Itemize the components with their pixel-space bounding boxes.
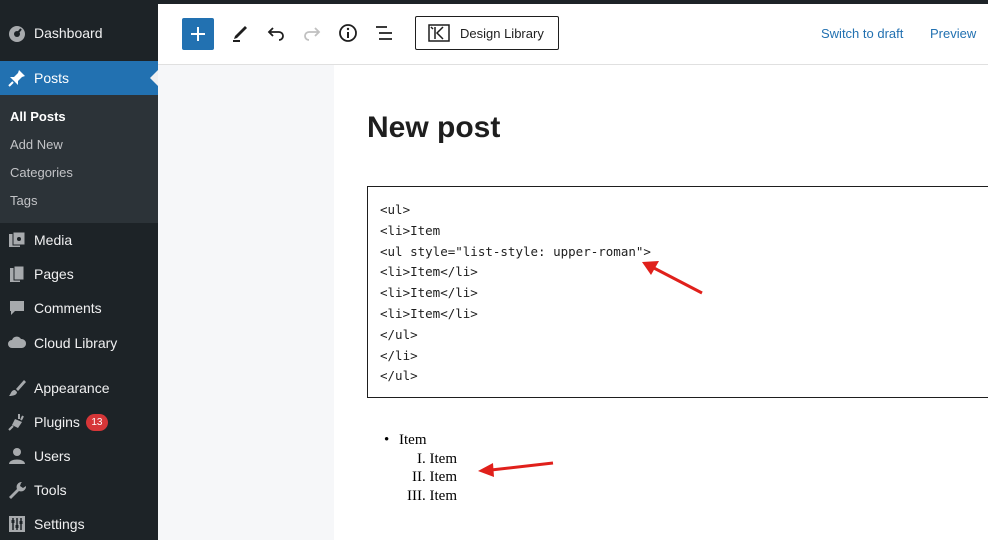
code-line: <li>Item</li> [380, 305, 478, 321]
add-block-button[interactable] [182, 18, 214, 50]
list-item-text: Item [399, 432, 427, 448]
settings-sliders-icon [7, 514, 27, 534]
roman-marker: II. [412, 469, 426, 485]
details-button[interactable] [332, 16, 364, 50]
menu-pages[interactable]: Pages [0, 257, 158, 291]
list-item-text: Item [429, 488, 458, 504]
menu-settings[interactable]: Settings [0, 507, 158, 541]
tools-button[interactable] [224, 16, 256, 50]
plus-icon [191, 27, 205, 41]
menu-tools[interactable]: Tools [0, 473, 158, 507]
list-item-text: Item [429, 451, 458, 467]
menu-pages-label: Pages [34, 266, 74, 282]
roman-marker: I. [417, 451, 426, 467]
code-line: <ul> [380, 202, 411, 217]
admin-sidebar: Dashboard Posts All Posts Add New Catego… [0, 0, 158, 540]
menu-appearance-label: Appearance [34, 380, 110, 396]
comment-icon [7, 298, 27, 318]
code-line: <ul style="list-style: upper-roman"> [380, 243, 651, 259]
plugin-icon [7, 412, 27, 432]
design-library-logo-icon [428, 24, 450, 42]
code-line: </ul> [380, 326, 418, 342]
pencil-icon [233, 26, 247, 42]
menu-users-label: Users [34, 448, 71, 464]
submenu-add-new[interactable]: Add New [10, 137, 63, 152]
menu-users[interactable]: Users [0, 439, 158, 473]
bullet-marker: • [384, 432, 390, 448]
menu-posts-label: Posts [34, 70, 70, 86]
code-line: <li>Item</li> [380, 264, 478, 280]
info-icon [339, 24, 357, 42]
preview-button[interactable]: Preview [930, 26, 976, 41]
menu-comments-label: Comments [34, 300, 102, 316]
list-item: III. Item [407, 488, 457, 505]
menu-appearance[interactable]: Appearance [0, 371, 158, 405]
paintbrush-icon [7, 378, 27, 398]
menu-settings-label: Settings [34, 516, 85, 532]
list-view-button[interactable] [368, 16, 400, 50]
menu-posts[interactable]: Posts [0, 61, 158, 95]
custom-html-block[interactable]: <ul> <li>Item <ul style="list-style: upp… [367, 186, 988, 398]
redo-button[interactable] [296, 16, 328, 50]
code-line: </li> [380, 347, 418, 363]
code-line: </ul> [380, 368, 418, 384]
code-line: <li>Item [380, 222, 441, 238]
dashboard-icon [7, 23, 27, 43]
pages-icon [7, 264, 27, 284]
cloud-icon [7, 333, 27, 353]
list-item: I. Item [417, 451, 457, 468]
menu-tools-label: Tools [34, 482, 67, 498]
media-icon [7, 230, 27, 250]
list-item-text: Item [429, 469, 458, 485]
pushpin-icon [7, 68, 27, 88]
menu-plugins[interactable]: Plugins 13 [0, 405, 158, 439]
editor-toolbar: Design Library Switch to draft Preview [158, 4, 988, 65]
design-library-label: Design Library [460, 25, 544, 41]
switch-to-draft-button[interactable]: Switch to draft [821, 26, 903, 41]
list-view-icon [376, 26, 392, 40]
wrench-icon [7, 480, 27, 500]
list-item: • Item [384, 432, 427, 449]
menu-dashboard[interactable]: Dashboard [0, 16, 158, 50]
submenu-tags[interactable]: Tags [10, 193, 37, 208]
post-title[interactable]: New post [367, 111, 500, 145]
list-item: II. Item [412, 469, 457, 486]
submenu-all-posts[interactable]: All Posts [10, 109, 66, 124]
menu-media[interactable]: Media [0, 223, 158, 257]
redo-icon [304, 27, 321, 41]
menu-dashboard-label: Dashboard [34, 25, 103, 41]
plugins-update-badge: 13 [85, 413, 108, 431]
menu-cloud-library-label: Cloud Library [34, 335, 118, 351]
left-panel [158, 65, 334, 540]
submenu-categories[interactable]: Categories [10, 165, 73, 180]
menu-cloud-library[interactable]: Cloud Library [0, 326, 158, 360]
roman-marker: III. [407, 488, 426, 504]
posts-submenu: All Posts Add New Categories Tags [0, 95, 158, 223]
undo-button[interactable] [260, 16, 292, 50]
menu-comments[interactable]: Comments [0, 291, 158, 325]
annotation-arrow-preview [478, 461, 554, 477]
user-icon [7, 446, 27, 466]
menu-media-label: Media [34, 232, 73, 248]
undo-icon [267, 27, 284, 41]
code-line: <li>Item</li> [380, 285, 478, 301]
menu-plugins-label: Plugins [34, 414, 80, 430]
design-library-button[interactable]: Design Library [415, 16, 559, 50]
